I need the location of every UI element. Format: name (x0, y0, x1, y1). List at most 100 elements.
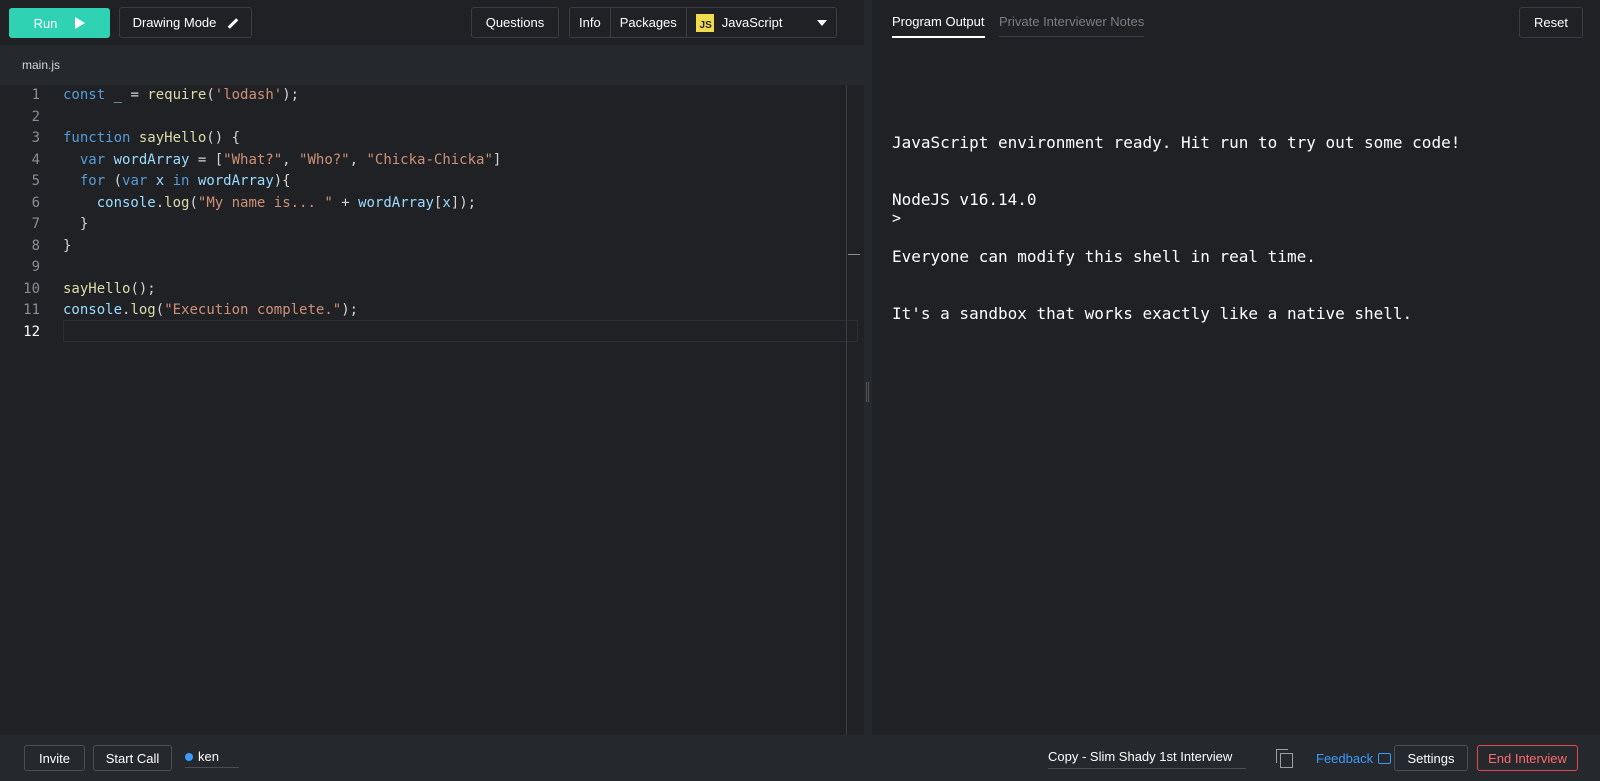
code-token: _ (113, 87, 123, 103)
line-number: 2 (31, 109, 40, 125)
code-token: + (332, 195, 359, 211)
code-token: ){ (273, 173, 291, 189)
info-button[interactable]: Info (570, 8, 611, 37)
code-token: "Execution complete." (164, 302, 342, 318)
feedback-link[interactable]: Feedback (1316, 751, 1392, 766)
tab-program-output[interactable]: Program Output (892, 14, 985, 38)
code-editor[interactable]: 1 2 3 4 5 6 7 8 9 10 11 12 const _ = req… (0, 85, 864, 735)
language-label: JavaScript (721, 15, 783, 30)
code-token: console (63, 302, 123, 318)
user-name: ken (198, 749, 219, 764)
drag-handle-icon[interactable] (866, 382, 869, 402)
console-output: JavaScript environment ready. Hit run to… (892, 95, 1460, 361)
line-number: 7 (31, 216, 40, 232)
code-token: , (349, 152, 367, 168)
code-line[interactable]: console.log("Execution complete."); (63, 302, 358, 318)
run-button[interactable]: Run (9, 8, 110, 38)
code-token: ( (155, 302, 165, 318)
code-line[interactable]: for (var x in wordArray){ (63, 173, 291, 189)
code-token: "My name is... " (197, 195, 333, 211)
line-number: 1 (31, 87, 40, 103)
editor-scrollbar[interactable] (846, 85, 847, 735)
tab-private-notes[interactable]: Private Interviewer Notes (999, 14, 1145, 37)
reset-button[interactable]: Reset (1519, 7, 1583, 38)
code-token: var (79, 152, 114, 168)
file-tab-bar: main.js (0, 45, 864, 85)
code-token: wordArray (197, 173, 274, 189)
footer-bar: Invite Start Call ken Copy - Slim Shady … (0, 735, 1600, 781)
user-name-field[interactable]: ken (185, 749, 239, 768)
code-line[interactable]: console.log("My name is... " + wordArray… (63, 195, 476, 211)
start-call-label: Start Call (105, 750, 160, 766)
line-number: 10 (23, 281, 40, 297)
code-token: const (63, 87, 114, 103)
code-token: ( (189, 195, 198, 211)
pad-title-input[interactable]: Copy - Slim Shady 1st Interview (1048, 749, 1246, 769)
code-token: sayHello (138, 130, 207, 146)
scrollbar-marker (848, 254, 860, 255)
code-token: sayHello (63, 281, 131, 297)
code-line[interactable]: sayHello(); (63, 281, 156, 297)
questions-button[interactable]: Questions (471, 7, 559, 38)
code-token: in (164, 173, 198, 189)
editor-pane: Run Drawing Mode Questions Info Packages… (0, 0, 864, 735)
copy-icon[interactable] (1276, 749, 1294, 768)
code-line[interactable]: } (63, 216, 88, 232)
file-tab-main-js[interactable]: main.js (22, 58, 60, 72)
code-token: ); (341, 302, 359, 318)
console-line: It's a sandbox that works exactly like a… (892, 304, 1413, 323)
code-token: "What?" (223, 152, 283, 168)
code-line[interactable]: const _ = require('lodash'); (63, 87, 299, 103)
start-call-button[interactable]: Start Call (93, 745, 172, 771)
language-select[interactable]: JS JavaScript (687, 8, 836, 37)
end-interview-label: End Interview (1488, 750, 1567, 766)
current-line-highlight (63, 320, 858, 342)
code-token: ] (492, 152, 502, 168)
user-status-dot (185, 752, 193, 761)
invite-label: Invite (38, 750, 71, 766)
invite-button[interactable]: Invite (24, 745, 85, 771)
code-token: . (155, 195, 165, 211)
code-line[interactable]: var wordArray = ["What?", "Who?", "Chick… (63, 152, 501, 168)
code-token: , (282, 152, 300, 168)
code-token: } (63, 216, 89, 232)
code-token: require (147, 87, 207, 103)
console-prompt[interactable]: > (892, 209, 901, 227)
code-token: var (122, 173, 156, 189)
editor-toolbar: Run Drawing Mode Questions Info Packages… (0, 0, 864, 45)
language-toolbar: Info Packages JS JavaScript (569, 7, 837, 38)
end-interview-button[interactable]: End Interview (1477, 745, 1578, 771)
code-token: ); (282, 87, 300, 103)
code-line[interactable]: } (63, 238, 71, 254)
settings-button[interactable]: Settings (1394, 745, 1468, 771)
console-line: NodeJS v16.14.0 (892, 190, 1037, 209)
drawing-mode-label: Drawing Mode (132, 15, 217, 30)
line-number: 6 (31, 195, 40, 211)
code-token: = (122, 87, 148, 103)
pane-divider[interactable] (864, 0, 872, 735)
reset-label: Reset (1534, 15, 1568, 30)
line-number: 5 (31, 173, 40, 189)
code-token: function (63, 130, 139, 146)
code-line[interactable]: function sayHello() { (63, 130, 240, 146)
drawing-mode-button[interactable]: Drawing Mode (119, 7, 252, 38)
code-token: "Chicka-Chicka" (366, 152, 493, 168)
code-token: log (130, 302, 156, 318)
code-token: ]); (450, 195, 477, 211)
packages-button[interactable]: Packages (611, 8, 687, 37)
play-icon (75, 17, 86, 29)
line-number: 4 (31, 152, 40, 168)
output-pane: Program Output Private Interviewer Notes… (872, 0, 1600, 735)
code-token: (); (130, 281, 156, 297)
line-number: 3 (31, 130, 40, 146)
code-token: wordArray (113, 152, 190, 168)
line-number: 8 (31, 238, 40, 254)
code-token: } (63, 238, 72, 254)
coderpad-window: Run Drawing Mode Questions Info Packages… (0, 0, 1600, 781)
code-token: = [ (189, 152, 224, 168)
feedback-label: Feedback (1316, 751, 1374, 766)
line-number: 11 (23, 302, 40, 318)
